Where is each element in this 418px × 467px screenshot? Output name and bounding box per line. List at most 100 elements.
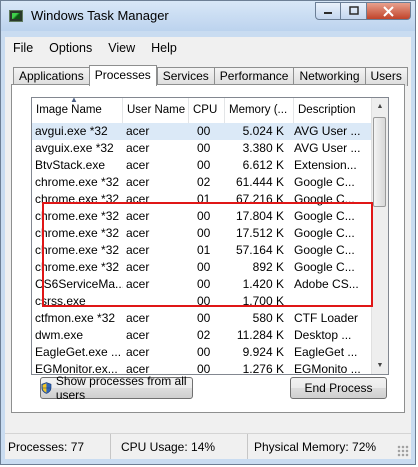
cell-user-name: acer — [126, 362, 150, 375]
column-label: CPU — [193, 104, 218, 116]
cell-image-name: avguix.exe *32 — [35, 141, 114, 155]
table-row[interactable]: EGMonitor.ex... acer 00 1.276 K EGMonito ... — [32, 361, 388, 375]
status-cpu-usage: CPU Usage: 14% — [111, 434, 248, 459]
cell-memory: 5.024 K — [242, 124, 284, 138]
scroll-down-icon[interactable]: ▼ — [372, 357, 388, 374]
cell-memory: 67.216 K — [235, 192, 284, 206]
cell-user-name: acer — [126, 226, 150, 240]
cell-description: Google C... — [294, 175, 355, 189]
cell-memory: 1.276 K — [242, 362, 284, 375]
close-icon — [383, 5, 394, 17]
table-row[interactable]: BtvStack.exe acer 00 6.612 K Extension... — [32, 157, 388, 174]
cell-image-name: chrome.exe *32 — [35, 243, 120, 257]
cell-memory: 1.700 K — [242, 294, 284, 308]
column-label: Image Name — [36, 104, 102, 116]
cell-cpu: 00 — [197, 294, 211, 308]
cell-memory: 1.420 K — [242, 277, 284, 291]
cell-description: AVG User ... — [294, 124, 361, 138]
cell-user-name: acer — [126, 209, 150, 223]
table-row[interactable]: chrome.exe *32 acer 01 67.216 K Google C... — [32, 191, 388, 208]
status-physical-memory: Physical Memory: 72% — [254, 440, 377, 454]
title-bar[interactable]: Windows Task Manager — [1, 1, 415, 31]
cell-description: Google C... — [294, 192, 355, 206]
close-button[interactable] — [367, 2, 411, 20]
table-row[interactable]: chrome.exe *32 acer 01 57.164 K Google C... — [32, 242, 388, 259]
minimize-button[interactable] — [315, 2, 341, 20]
cell-memory: 57.164 K — [235, 243, 284, 257]
column-header-user-name[interactable]: User Name — [123, 98, 189, 123]
cell-image-name: EagleGet.exe ... — [35, 345, 122, 359]
table-row[interactable]: dwm.exe acer 02 11.284 K Desktop ... — [32, 327, 388, 344]
column-header-image-name[interactable]: ▲ Image Name — [32, 98, 123, 123]
uac-shield-icon — [41, 382, 52, 394]
table-row[interactable]: EagleGet.exe ... acer 00 9.924 K EagleGet ..… — [32, 344, 388, 361]
cell-description: EGMonito ... — [294, 362, 361, 375]
column-label: Memory (... — [229, 104, 288, 116]
vertical-scrollbar[interactable]: ▲ ▼ — [371, 98, 388, 374]
cell-image-name: BtvStack.exe — [35, 158, 106, 172]
column-header-cpu[interactable]: CPU — [189, 98, 225, 123]
cell-user-name: acer — [126, 158, 150, 172]
cell-user-name: acer — [126, 175, 150, 189]
process-list[interactable]: ▲ Image Name User Name CPU Memory (... D… — [31, 97, 389, 375]
window-title: Windows Task Manager — [31, 8, 169, 23]
cell-memory: 17.804 K — [235, 209, 284, 223]
cell-cpu: 00 — [197, 277, 211, 291]
scroll-thumb[interactable] — [373, 117, 386, 207]
cell-memory: 3.380 K — [242, 141, 284, 155]
cell-cpu: 00 — [197, 260, 211, 274]
column-header-description[interactable]: Description — [294, 98, 373, 123]
table-row[interactable]: CS6ServiceMa... acer 00 1.420 K Adobe CS... — [32, 276, 388, 293]
cell-cpu: 00 — [197, 362, 211, 375]
tab-strip: Applications Processes Services Performa… — [13, 65, 408, 86]
list-header: ▲ Image Name User Name CPU Memory (... D… — [32, 98, 388, 123]
table-row[interactable]: csrss.exe 00 1.700 K — [32, 293, 388, 310]
column-header-memory[interactable]: Memory (... — [225, 98, 294, 123]
cell-description: AVG User ... — [294, 141, 361, 155]
table-row[interactable]: ctfmon.exe *32 acer 00 580 K CTF Loader — [32, 310, 388, 327]
table-row[interactable]: avgui.exe *32 acer 00 5.024 K AVG User ... — [32, 123, 388, 140]
show-all-processes-button[interactable]: Show processes from all users — [40, 374, 193, 402]
cell-image-name: EGMonitor.ex... — [35, 362, 118, 375]
resize-grip[interactable] — [397, 445, 409, 457]
cell-description: EagleGet ... — [294, 345, 358, 359]
cell-user-name: acer — [126, 328, 150, 342]
maximize-button[interactable] — [341, 2, 367, 20]
cell-cpu: 01 — [197, 192, 211, 206]
cell-image-name: chrome.exe *32 — [35, 226, 120, 240]
cell-memory: 61.444 K — [235, 175, 284, 189]
cell-cpu: 02 — [197, 175, 211, 189]
menu-options[interactable]: Options — [41, 41, 100, 55]
table-row[interactable]: chrome.exe *32 acer 00 17.512 K Google C... — [32, 225, 388, 242]
cell-image-name: ctfmon.exe *32 — [35, 311, 116, 325]
column-label: Description — [298, 104, 356, 116]
cell-memory: 17.512 K — [235, 226, 284, 240]
menu-file[interactable]: File — [5, 41, 41, 55]
menu-help[interactable]: Help — [143, 41, 185, 55]
cell-description: Adobe CS... — [294, 277, 359, 291]
menu-view[interactable]: View — [100, 41, 143, 55]
table-row[interactable]: avguix.exe *32 acer 00 3.380 K AVG User ... — [32, 140, 388, 157]
cell-description: Extension... — [294, 158, 357, 172]
table-row[interactable]: chrome.exe *32 acer 00 892 K Google C... — [32, 259, 388, 276]
cell-user-name: acer — [126, 260, 150, 274]
menu-bar: File Options View Help — [5, 37, 411, 59]
status-bar: Processes: 77 CPU Usage: 14% Physical Me… — [5, 433, 411, 459]
cell-cpu: 00 — [197, 226, 211, 240]
process-rows: avgui.exe *32 acer 00 5.024 K AVG User ... av… — [32, 123, 388, 375]
cell-image-name: chrome.exe *32 — [35, 209, 120, 223]
task-manager-icon — [9, 10, 23, 22]
cell-cpu: 00 — [197, 141, 211, 155]
table-row[interactable]: chrome.exe *32 acer 00 17.804 K Google C... — [32, 208, 388, 225]
cell-cpu: 01 — [197, 243, 211, 257]
scroll-up-icon[interactable]: ▲ — [372, 98, 388, 115]
end-process-label: End Process — [304, 381, 373, 395]
task-manager-window: Windows Task Manager File Options View H… — [0, 0, 416, 465]
cell-user-name: acer — [126, 192, 150, 206]
cell-memory: 11.284 K — [236, 328, 284, 342]
cell-user-name — [123, 293, 189, 310]
table-row[interactable]: chrome.exe *32 acer 02 61.444 K Google C... — [32, 174, 388, 191]
tab-processes[interactable]: Processes — [88, 65, 157, 86]
end-process-button[interactable]: End Process — [290, 377, 387, 399]
cell-user-name: acer — [126, 345, 150, 359]
